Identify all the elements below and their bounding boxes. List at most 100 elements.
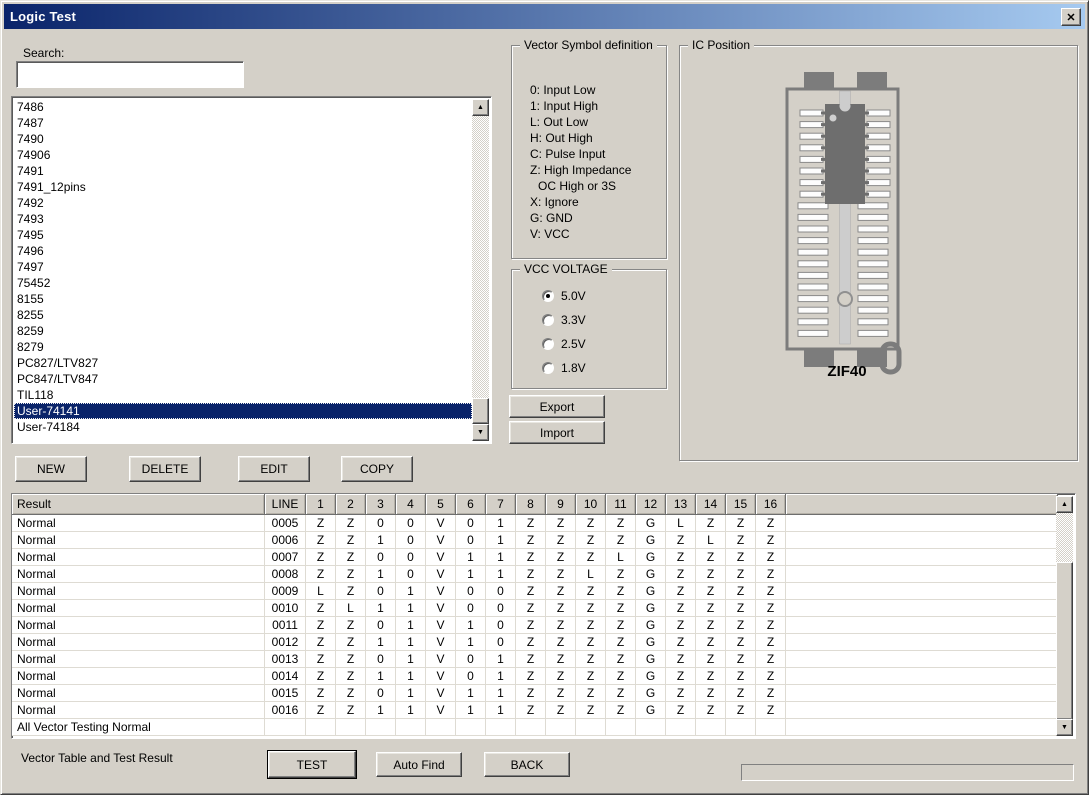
auto-find-button[interactable]: Auto Find <box>376 752 462 777</box>
pin-cell <box>546 719 576 736</box>
result-cell: Normal <box>12 617 265 634</box>
pin-cell: G <box>636 702 666 719</box>
delete-button[interactable]: DELETE <box>129 456 201 482</box>
column-header: 3 <box>366 494 396 515</box>
list-item[interactable]: TIL118 <box>14 387 472 403</box>
table-row: Normal 0009 L Z 0 1 V 0 0 Z Z Z Z G Z Z Z Z <box>12 583 1058 600</box>
scroll-thumb[interactable] <box>472 398 489 424</box>
list-item[interactable]: 74906 <box>14 147 472 163</box>
pin-cell: V <box>426 685 456 702</box>
pin-cell: Z <box>336 617 366 634</box>
pin-cell: 1 <box>456 566 486 583</box>
pin-cell: Z <box>666 685 696 702</box>
column-header: 2 <box>336 494 366 515</box>
result-cell: Normal <box>12 549 265 566</box>
pin-cell: Z <box>546 515 576 532</box>
list-item[interactable]: 7486 <box>14 99 472 115</box>
pin-cell: 0 <box>456 668 486 685</box>
filler-cell <box>786 532 1058 549</box>
list-item[interactable]: 7487 <box>14 115 472 131</box>
titlebar[interactable]: Logic Test ✕ <box>4 4 1085 29</box>
list-item[interactable]: 7491_12pins <box>14 179 472 195</box>
list-item[interactable]: 7497 <box>14 259 472 275</box>
list-item[interactable]: 75452 <box>14 275 472 291</box>
test-button[interactable]: TEST <box>267 750 357 779</box>
pin-cell: Z <box>516 651 546 668</box>
search-input[interactable] <box>16 61 244 88</box>
list-item[interactable]: 7492 <box>14 195 472 211</box>
close-button[interactable]: ✕ <box>1061 8 1081 26</box>
pin-cell <box>636 719 666 736</box>
list-item[interactable]: PC847/LTV847 <box>14 371 472 387</box>
pin-cell: Z <box>336 549 366 566</box>
list-item[interactable]: 8259 <box>14 323 472 339</box>
vector-symbol-group: Vector Symbol definition 0: Input Low 1: … <box>511 38 667 259</box>
pin-cell: 1 <box>456 617 486 634</box>
import-button[interactable]: Import <box>509 421 605 444</box>
pin-cell: Z <box>756 668 786 685</box>
pin-cell: Z <box>606 634 636 651</box>
vector-symbol-line: X: Ignore <box>530 195 579 209</box>
pin-cell <box>456 719 486 736</box>
list-item[interactable]: 7491 <box>14 163 472 179</box>
pin-cell: Z <box>336 685 366 702</box>
list-item[interactable]: 7495 <box>14 227 472 243</box>
pin-cell <box>336 719 366 736</box>
pin-cell: Z <box>546 549 576 566</box>
radio-option-3.3V[interactable]: 3.3V <box>512 308 666 332</box>
ic-listbox[interactable]: 7486 7487 7490 74906 7491 7491_12pins 7492 7493… <box>11 96 492 444</box>
radio-icon <box>542 314 554 326</box>
scroll-down-button[interactable]: ▼ <box>1056 719 1073 736</box>
pin-cell: Z <box>546 600 576 617</box>
column-header: 4 <box>396 494 426 515</box>
export-button[interactable]: Export <box>509 395 605 418</box>
list-item[interactable]: User-74141 <box>14 403 472 419</box>
pin-cell <box>726 719 756 736</box>
pin-cell: V <box>426 668 456 685</box>
line-cell: 0010 <box>265 600 306 617</box>
pin-cell: Z <box>726 685 756 702</box>
edit-button[interactable]: EDIT <box>238 456 310 482</box>
pin-cell: Z <box>576 685 606 702</box>
pin-cell: 1 <box>456 702 486 719</box>
filler-cell <box>786 583 1058 600</box>
pin-cell: Z <box>606 685 636 702</box>
pin-cell: Z <box>306 634 336 651</box>
copy-button[interactable]: COPY <box>341 456 413 482</box>
new-button[interactable]: NEW <box>15 456 87 482</box>
pin-cell: Z <box>306 617 336 634</box>
pin-cell: Z <box>546 634 576 651</box>
radio-icon <box>542 338 554 350</box>
zif40-socket-graphic: ZIF40 <box>785 72 902 380</box>
pin-cell: Z <box>666 634 696 651</box>
back-button[interactable]: BACK <box>484 752 570 777</box>
line-cell: 0013 <box>265 651 306 668</box>
pin-cell: Z <box>336 651 366 668</box>
table-scrollbar[interactable]: ▲ ▼ <box>1056 496 1073 736</box>
list-item[interactable]: User-74184 <box>14 419 472 435</box>
list-item[interactable]: 7496 <box>14 243 472 259</box>
radio-option-5.0V[interactable]: 5.0V <box>512 284 666 308</box>
list-item[interactable]: 8255 <box>14 307 472 323</box>
pin-cell: 1 <box>396 634 426 651</box>
filler-cell <box>786 634 1058 651</box>
list-scrollbar[interactable]: ▲ ▼ <box>472 99 489 441</box>
vector-symbol-line: G: GND <box>530 211 573 225</box>
scroll-thumb[interactable] <box>1056 562 1073 720</box>
line-cell: 0011 <box>265 617 306 634</box>
list-item[interactable]: 7493 <box>14 211 472 227</box>
list-item[interactable]: 8155 <box>14 291 472 307</box>
column-header: 11 <box>606 494 636 515</box>
result-table-body: Normal 0005 Z Z 0 0 V 0 1 Z Z Z Z G L Z Z Z Normal 0006 Z Z 1 0… <box>12 515 1075 736</box>
scroll-down-button[interactable]: ▼ <box>472 424 489 441</box>
radio-option-1.8V[interactable]: 1.8V <box>512 356 666 380</box>
filler-cell <box>786 549 1058 566</box>
scroll-up-button[interactable]: ▲ <box>1056 496 1073 513</box>
list-item[interactable]: 7490 <box>14 131 472 147</box>
pin-cell: V <box>426 651 456 668</box>
pin-cell: 1 <box>456 549 486 566</box>
list-item[interactable]: PC827/LTV827 <box>14 355 472 371</box>
radio-option-2.5V[interactable]: 2.5V <box>512 332 666 356</box>
scroll-up-button[interactable]: ▲ <box>472 99 489 116</box>
list-item[interactable]: 8279 <box>14 339 472 355</box>
